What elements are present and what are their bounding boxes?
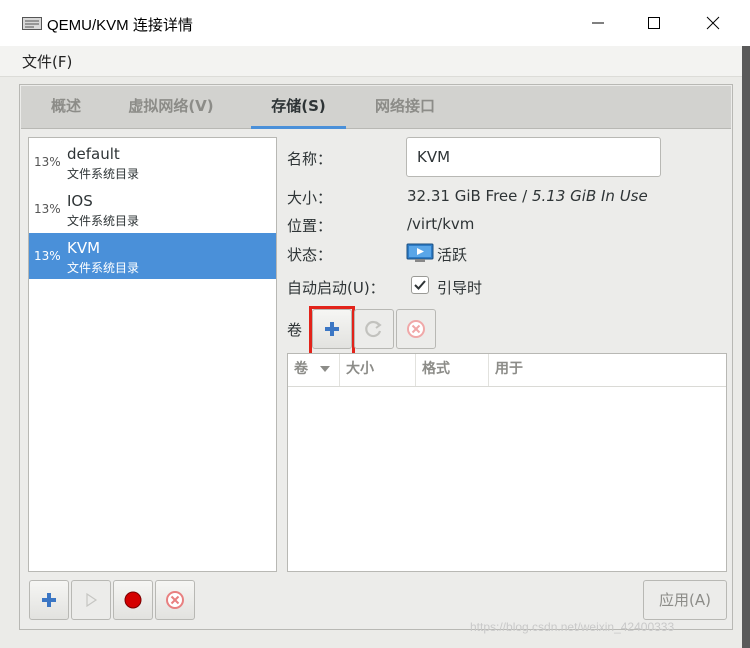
monitor-icon: [22, 17, 42, 30]
maximize-icon[interactable]: [643, 12, 665, 34]
checkmark-icon: [414, 280, 426, 290]
size-label: 大小：: [287, 189, 333, 207]
pool-usage: 13%: [34, 155, 61, 169]
apply-button[interactable]: 应用(A): [643, 580, 727, 620]
start-pool-button[interactable]: [71, 580, 111, 620]
storage-pool-list: 13% default 文件系统目录 13% IOS 文件系统目录 13% KV…: [28, 137, 277, 572]
pool-name: default: [67, 145, 120, 163]
name-field[interactable]: [406, 137, 661, 177]
pool-type: 文件系统目录: [67, 261, 140, 275]
window-edge: [742, 46, 750, 648]
tab-network-interfaces[interactable]: 网络接口: [364, 86, 446, 128]
tab-virtual-networks[interactable]: 虚拟网络(V): [115, 86, 227, 128]
add-volume-highlight: [309, 306, 355, 356]
volume-table-header: 卷 大小 格式 用于: [288, 354, 726, 387]
menu-bar: 文件(F): [0, 46, 750, 77]
stop-pool-button[interactable]: [113, 580, 153, 620]
state-value: 活跃: [437, 246, 468, 264]
pool-type: 文件系统目录: [67, 167, 140, 181]
pool-name: KVM: [67, 239, 101, 257]
volume-table: 卷 大小 格式 用于: [287, 353, 727, 572]
title-bar: QEMU/KVM 连接详情: [0, 0, 750, 46]
pool-item-default[interactable]: 13% default 文件系统目录: [29, 139, 276, 185]
location-label: 位置：: [287, 217, 333, 235]
tab-bar: 概述 虚拟网络(V) 存储(S) 网络接口: [21, 86, 731, 129]
tab-storage[interactable]: 存储(S): [251, 86, 346, 129]
chevron-down-icon: [320, 366, 330, 372]
column-volume-label: 卷: [294, 361, 308, 377]
refresh-icon: [365, 320, 382, 338]
column-size[interactable]: 大小: [340, 354, 416, 386]
state-label: 状态：: [287, 246, 333, 264]
delete-icon: [407, 320, 425, 338]
column-used-by[interactable]: 用于: [489, 354, 726, 386]
pool-item-ios[interactable]: 13% IOS 文件系统目录: [29, 186, 276, 232]
record-icon: [124, 591, 142, 609]
autostart-checkbox[interactable]: [411, 276, 429, 294]
watermark: https://blog.csdn.net/weixin_42400333: [470, 620, 675, 634]
tab-overview[interactable]: 概述: [35, 86, 97, 128]
location-value: /virt/kvm: [407, 215, 475, 233]
pool-type: 文件系统目录: [67, 214, 140, 228]
window-title: QEMU/KVM 连接详情: [47, 17, 193, 34]
plus-icon: [42, 593, 56, 607]
pool-usage: 13%: [34, 249, 61, 263]
name-label: 名称：: [287, 150, 333, 168]
pool-usage: 13%: [34, 202, 61, 216]
pool-name: IOS: [67, 192, 93, 210]
size-value: 32.31 GiB Free / 5.13 GiB In Use: [407, 187, 648, 205]
monitor-play-icon: [406, 243, 434, 262]
autostart-value: 引导时: [437, 279, 483, 297]
minimize-icon[interactable]: [587, 12, 609, 34]
volumes-label: 卷: [287, 321, 303, 339]
delete-pool-button[interactable]: [155, 580, 195, 620]
autostart-label: 自动启动(U)：: [287, 279, 385, 297]
delete-volume-button[interactable]: [396, 309, 436, 349]
size-free: 32.31 GiB Free /: [407, 187, 532, 205]
pool-item-kvm[interactable]: 13% KVM 文件系统目录: [29, 233, 276, 279]
close-icon[interactable]: [702, 12, 724, 34]
column-format[interactable]: 格式: [416, 354, 489, 386]
size-in-use: 5.13 GiB In Use: [531, 187, 648, 205]
column-volume[interactable]: 卷: [288, 354, 340, 386]
refresh-volumes-button[interactable]: [354, 309, 394, 349]
play-icon: [86, 592, 98, 608]
add-pool-button[interactable]: [29, 580, 69, 620]
menu-file[interactable]: 文件(F): [22, 51, 72, 72]
delete-icon: [166, 591, 184, 609]
